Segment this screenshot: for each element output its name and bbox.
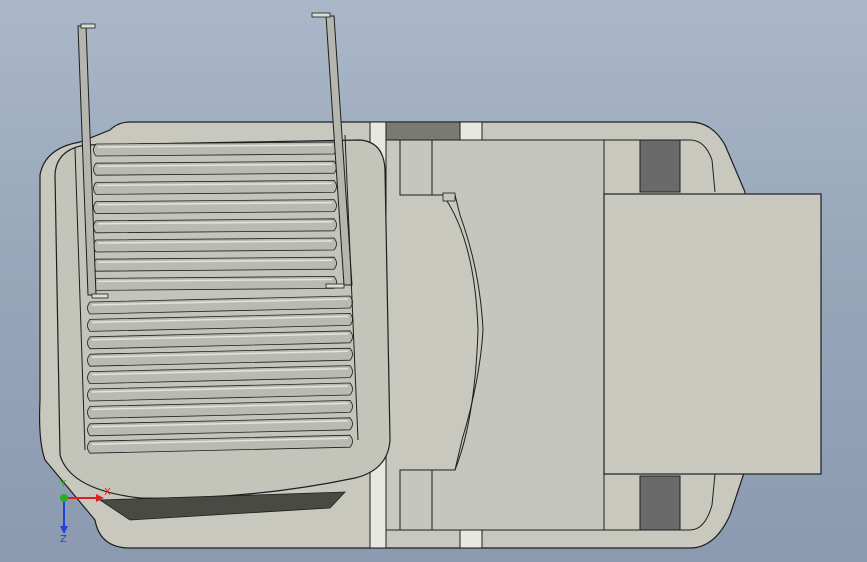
roller <box>93 160 337 176</box>
z-axis-label: Z <box>60 534 67 545</box>
roller <box>93 199 337 215</box>
roller <box>93 179 337 195</box>
left-rail-cap <box>80 23 96 29</box>
x-axis-label: X <box>104 487 111 498</box>
roller <box>93 141 337 157</box>
graphics-viewport[interactable]: X Y Z <box>0 0 867 562</box>
roller <box>93 237 337 253</box>
left-rail-foot <box>91 293 109 299</box>
dark-slot-top <box>639 139 681 193</box>
x-axis-head <box>96 494 104 502</box>
separator-strip-3 <box>459 529 483 549</box>
rollers-lower <box>87 295 353 454</box>
conveyor-cart-model[interactable] <box>0 0 867 562</box>
right-rail-foot <box>325 283 345 289</box>
roller <box>93 275 337 291</box>
y-axis-dot <box>60 494 68 502</box>
coordinate-triad: X Y Z <box>40 480 120 550</box>
small-notch <box>442 192 456 202</box>
dark-slot-bottom <box>639 475 681 531</box>
roller <box>93 256 337 272</box>
dark-top-bar <box>385 121 461 141</box>
y-axis-label: Y <box>60 479 67 490</box>
z-axis-head <box>60 526 68 534</box>
right-platform <box>603 193 822 475</box>
right-rail-cap <box>311 12 331 18</box>
separator-strip-2 <box>459 121 483 141</box>
roller <box>93 218 337 234</box>
